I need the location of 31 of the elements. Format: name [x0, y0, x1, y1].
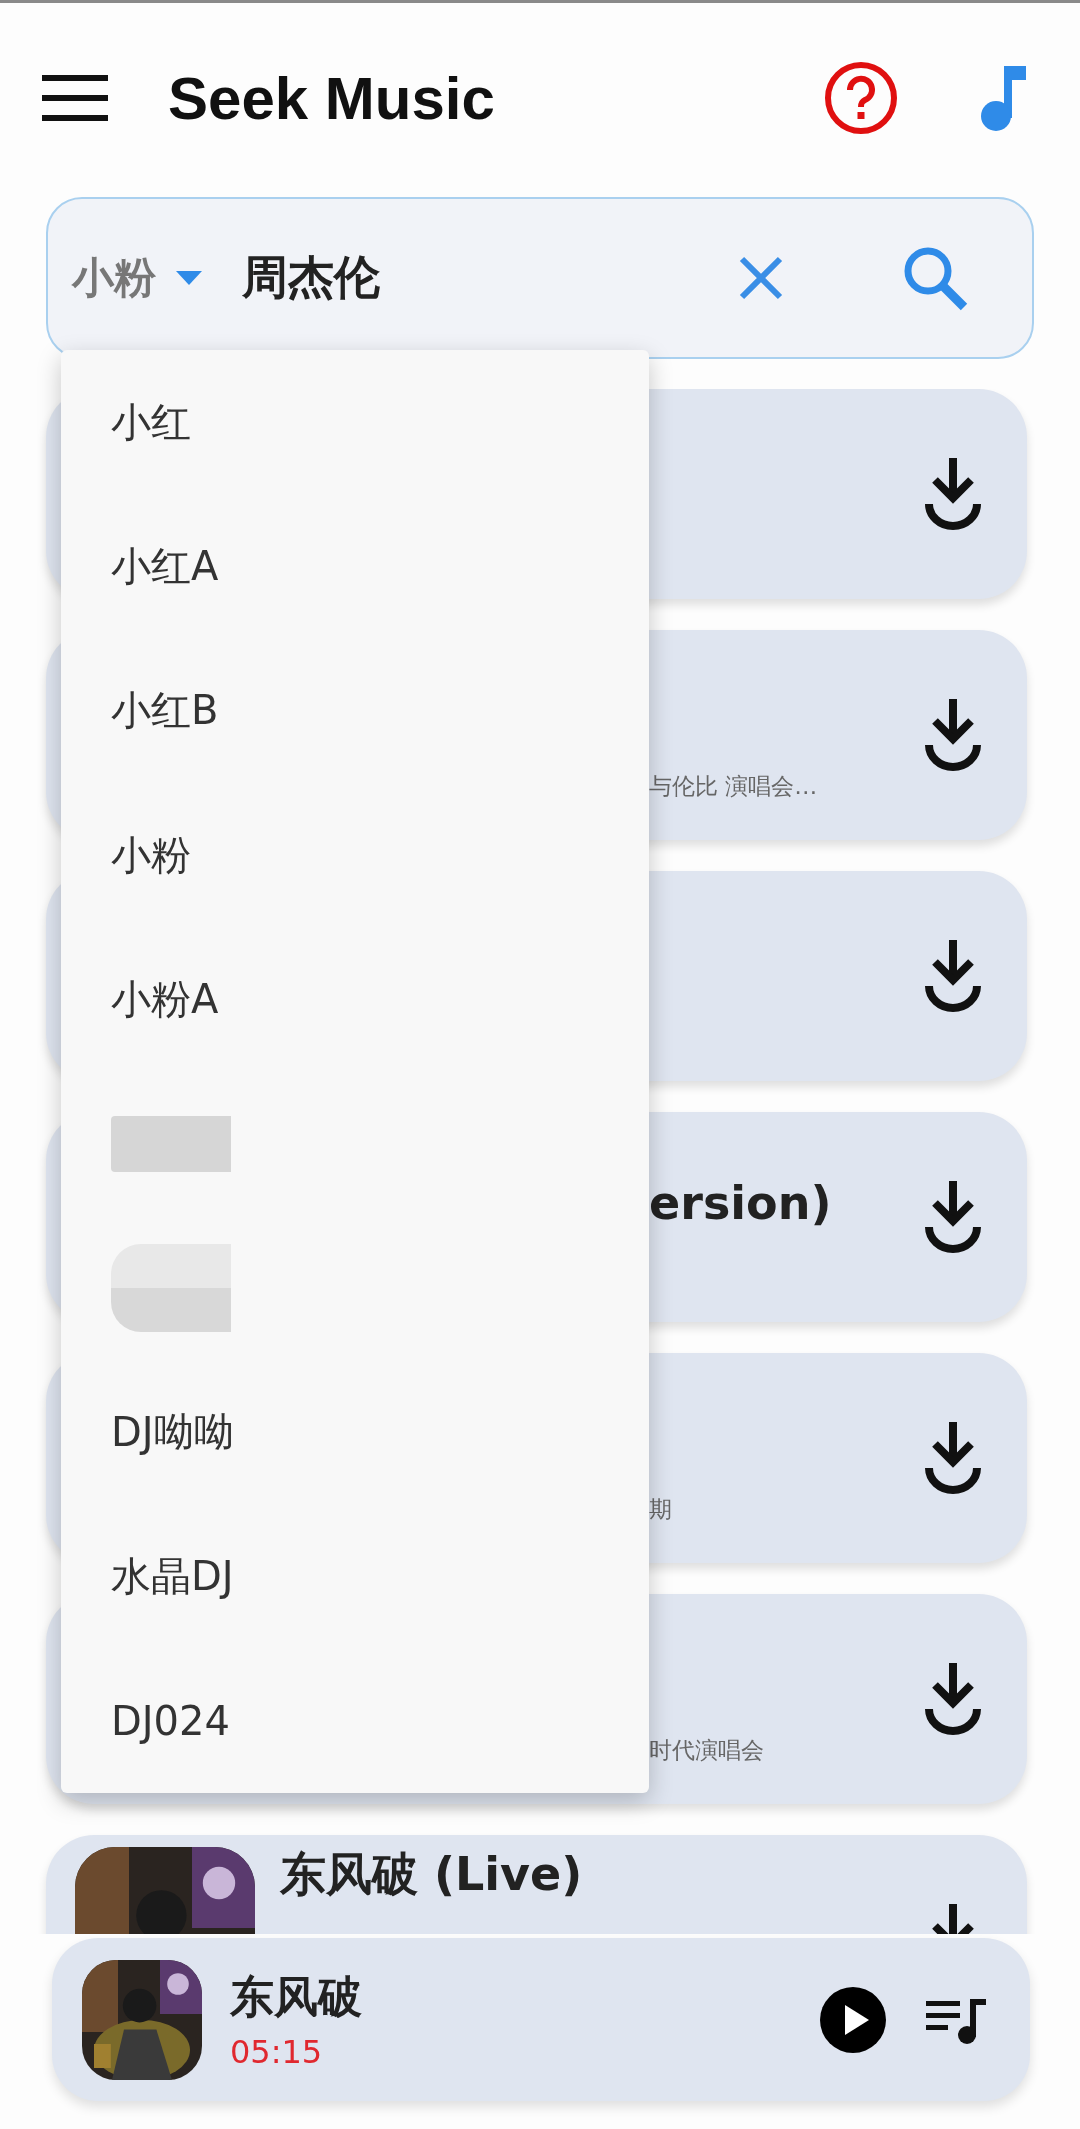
source-dropdown[interactable]: 小粉 [72, 250, 202, 306]
menu-item[interactable]: 小粉 [61, 782, 649, 928]
help-icon[interactable] [824, 61, 898, 135]
download-icon[interactable] [923, 458, 983, 530]
song-title: ersion) [649, 1175, 833, 1232]
song-title: 东风破 [230, 1970, 363, 2024]
app-title: Seek Music [168, 63, 496, 133]
song-duration: 05:15 [230, 2033, 324, 2071]
download-icon[interactable] [923, 1663, 983, 1735]
download-icon[interactable] [923, 699, 983, 771]
song-subtitle: 时代演唱会 [649, 1736, 765, 1765]
now-playing-bar[interactable]: 东风破 05:15 [52, 1938, 1030, 2101]
download-icon[interactable] [923, 940, 983, 1012]
menu-item[interactable]: 小粉A [61, 927, 649, 1072]
menu-item[interactable]: DJ024 [61, 1648, 649, 1793]
menu-item[interactable]: 水晶DJ [61, 1504, 649, 1649]
menu-item[interactable]: 小红B [61, 638, 649, 783]
song-title: 东风破 (Live) [280, 1846, 584, 1903]
search-icon[interactable] [902, 245, 968, 311]
song-subtitle: 期 [649, 1495, 673, 1524]
play-icon[interactable] [820, 1986, 886, 2053]
song-subtitle: 与伦比 演唱会… [649, 772, 819, 801]
menu-item[interactable]: DJ呦呦 [61, 1360, 649, 1505]
caret-icon [176, 271, 202, 285]
menu-item[interactable]: 小红 [61, 350, 649, 495]
download-icon[interactable] [923, 1422, 983, 1494]
download-icon[interactable] [923, 1181, 983, 1253]
menu-icon[interactable] [42, 75, 108, 121]
search-field[interactable]: 周杰伦 [242, 251, 736, 305]
menu-item[interactable]: 小红A [61, 494, 649, 639]
result-card[interactable]: 东风破 (Live) [46, 1835, 1027, 1934]
